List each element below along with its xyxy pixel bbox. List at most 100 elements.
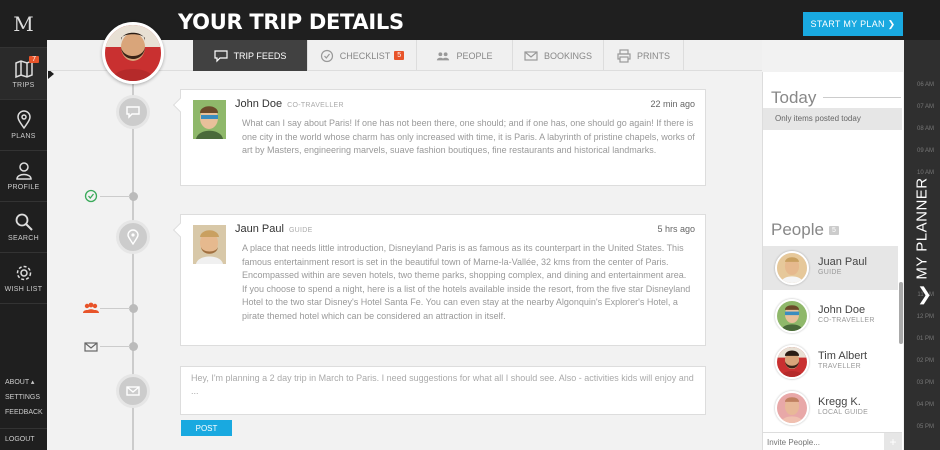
tab-label: CHECKLIST <box>339 50 391 61</box>
person-role: LOCAL GUIDE <box>818 409 869 416</box>
author-name[interactable]: Jaun Paul GUIDE <box>235 223 313 235</box>
right-panel: Today Only items posted today People 5 Ju… <box>762 72 903 450</box>
current-user-avatar[interactable] <box>102 22 164 84</box>
timeline-connector <box>100 308 130 309</box>
person-item[interactable]: John Doe CO-TRAVELLER <box>763 294 898 338</box>
person-name: John Doe <box>818 304 866 316</box>
author-name[interactable]: John Doe CO-TRAVELLER <box>235 98 344 110</box>
timeline-message-marker <box>116 374 150 408</box>
sidebar-item-trips[interactable]: 7 TRIPS <box>0 48 54 100</box>
person-name: Tim Albert <box>818 350 868 362</box>
sidebar-item-wish-list[interactable]: WISH LIST <box>0 253 47 304</box>
people-heading: People 5 <box>763 220 839 240</box>
my-planner-title-text: MY PLANNER <box>913 176 931 280</box>
invite-people-input[interactable] <box>767 435 882 449</box>
search-icon <box>15 213 33 231</box>
avatar <box>775 391 809 425</box>
avatar-image <box>105 25 161 81</box>
page-title: YOUR TRIP DETAILS <box>178 10 404 34</box>
hour-label: 03 PM <box>916 380 934 386</box>
tab-people[interactable]: PEOPLE <box>417 40 513 71</box>
map-pin-icon <box>127 229 139 245</box>
timeline-connector <box>100 196 130 197</box>
card-pointer <box>172 222 188 238</box>
user-icon <box>15 162 32 180</box>
top-bar: YOUR TRIP DETAILS START MY PLAN ❯ <box>47 0 940 40</box>
person-name: Kregg K. <box>818 396 861 408</box>
tab-checklist[interactable]: CHECKLIST 5 <box>308 40 417 71</box>
avatar-image <box>777 253 807 283</box>
chat-icon <box>213 49 228 62</box>
hour-label: 12 PM <box>916 314 934 320</box>
sidebar-item-plans[interactable]: PLANS <box>0 100 47 151</box>
today-filter-note[interactable]: Only items posted today <box>763 108 902 130</box>
tab-label: PEOPLE <box>456 50 493 61</box>
hour-label: 02 PM <box>916 358 934 364</box>
trips-badge: 7 <box>29 56 39 63</box>
app-logo[interactable]: M <box>0 0 47 48</box>
person-role: GUIDE <box>818 269 842 276</box>
people-scrollbar[interactable] <box>899 282 903 344</box>
sidebar-item-label: WISH LIST <box>4 286 43 293</box>
avatar-image <box>193 225 226 264</box>
avatar[interactable] <box>193 100 226 139</box>
feedback-link[interactable]: FEEDBACK <box>0 405 47 420</box>
sidebar-item-search[interactable]: SEARCH <box>0 202 47 253</box>
my-planner-title: MY PLANNER <box>910 176 934 280</box>
invite-add-button[interactable]: + <box>884 433 902 450</box>
check-circle-icon <box>320 49 333 62</box>
hour-label: 10 AM <box>916 170 934 176</box>
avatar <box>775 251 809 285</box>
today-heading: Today <box>771 88 817 107</box>
envelope-icon <box>524 50 538 61</box>
person-name: Juan Paul <box>818 256 867 268</box>
check-circle-icon <box>84 189 98 203</box>
sidebar-item-label: PLANS <box>11 133 36 140</box>
person-role: CO-TRAVELLER <box>818 317 875 324</box>
person-item[interactable]: Juan Paul GUIDE <box>763 246 898 290</box>
person-item[interactable]: Kregg K. LOCAL GUIDE <box>763 386 898 430</box>
author-role: CO-TRAVELLER <box>287 102 344 109</box>
post-paragraph: A place that needs little introduction, … <box>242 243 687 280</box>
hour-label: 07 AM <box>916 104 934 110</box>
post-paragraph: If you choose to spend a night, here is … <box>242 283 691 321</box>
compose-textarea[interactable]: Hey, I'm planning a 2 day trip in March … <box>180 366 706 415</box>
gear-icon <box>16 265 31 281</box>
avatar-image <box>193 100 226 139</box>
invite-bar: + <box>763 432 902 450</box>
checklist-badge: 5 <box>394 51 405 60</box>
hour-label: 05 PM <box>916 424 934 430</box>
hour-label: 08 AM <box>916 126 934 132</box>
post-body: What can I say about Paris! If one has n… <box>242 118 695 155</box>
start-my-plan-button[interactable]: START MY PLAN ❯ <box>803 12 903 36</box>
author-name-text: Jaun Paul <box>235 223 284 235</box>
settings-link[interactable]: SETTINGS <box>0 390 47 405</box>
feed-card: Jaun Paul GUIDE 5 hrs ago A place that ne… <box>172 214 706 346</box>
timeline-dot <box>129 304 138 313</box>
person-item[interactable]: Tim Albert TRAVELLER <box>763 340 898 384</box>
author-role: GUIDE <box>288 227 313 234</box>
timeline-dot <box>129 342 138 351</box>
tab-bookings[interactable]: BOOKINGS <box>513 40 604 71</box>
sidebar-item-label: TRIPS <box>12 81 35 89</box>
hour-label: 04 PM <box>916 402 934 408</box>
tab-label: PRINTS <box>636 50 670 61</box>
envelope-icon <box>126 386 140 396</box>
tab-trip-feeds[interactable]: TRIP FEEDS <box>193 40 308 71</box>
card-pointer <box>172 97 188 113</box>
chevron-right-icon[interactable]: ❯ <box>917 284 932 305</box>
tab-prints[interactable]: PRINTS <box>604 40 684 71</box>
people-count-badge: 5 <box>828 226 839 236</box>
avatar[interactable] <box>193 225 226 264</box>
logout-link[interactable]: LOGOUT <box>0 428 47 450</box>
timeline-connector <box>100 346 130 347</box>
post-time: 22 min ago <box>650 99 695 109</box>
people-heading-text: People <box>771 220 824 239</box>
timeline-dot <box>129 192 138 201</box>
people-icon <box>437 51 450 60</box>
sidebar-item-profile[interactable]: PROFILE <box>0 151 47 202</box>
avatar-image <box>777 393 807 423</box>
sidebar-footer: ABOUT ▴ SETTINGS FEEDBACK LOGOUT <box>0 375 47 450</box>
about-link[interactable]: ABOUT ▴ <box>0 375 47 390</box>
post-button[interactable]: POST <box>181 420 232 436</box>
